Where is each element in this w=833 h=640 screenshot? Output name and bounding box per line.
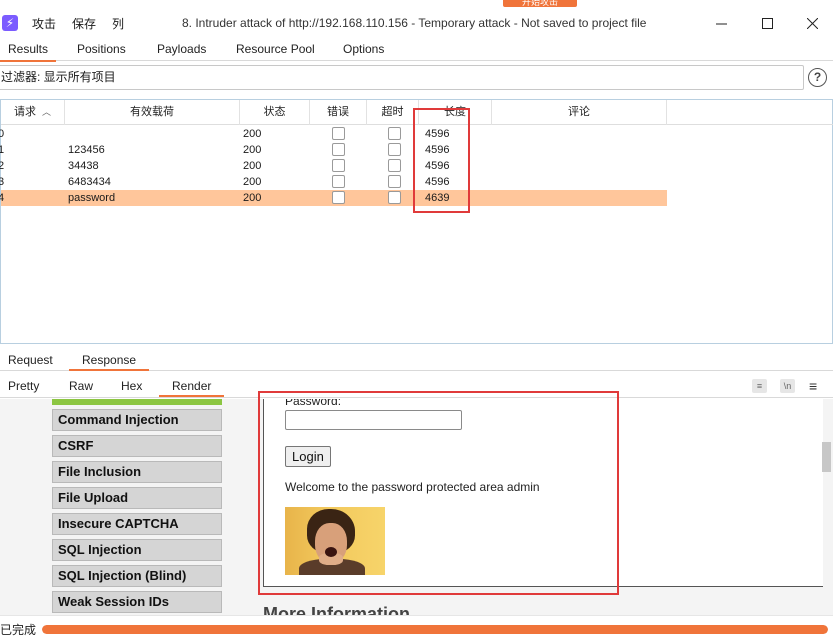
column-header-request[interactable]: 请求 ︿ (1, 100, 65, 125)
menu-attack[interactable]: 攻击 (32, 15, 56, 32)
title-bar: ⚡ 攻击 保存 列 8. Intruder attack of http://1… (0, 7, 833, 39)
minimize-icon (715, 23, 727, 24)
cell-request: 0 (0, 128, 5, 140)
login-highlight-box (258, 391, 619, 595)
dvwa-sidebar: Command Injection CSRF File Inclusion Fi… (0, 399, 255, 615)
menu-icon[interactable]: ≡ (809, 378, 817, 394)
cell-status: 200 (243, 144, 262, 156)
minimize-button[interactable] (698, 7, 744, 39)
render-scrollbar[interactable] (822, 442, 831, 472)
timeout-checkbox (388, 143, 401, 156)
tab-response[interactable]: Response (68, 349, 150, 371)
error-checkbox (332, 191, 345, 204)
request-response-tabs: Request Response (0, 349, 833, 371)
column-header-payload[interactable]: 有效载荷 (65, 100, 240, 125)
tab-resource-pool[interactable]: Resource Pool (236, 39, 315, 61)
cell-payload: 6483434 (68, 176, 111, 188)
sort-ascending-icon: ︿ (42, 107, 52, 117)
length-highlight-box (413, 108, 470, 213)
window-title: 8. Intruder attack of http://192.168.110… (182, 16, 647, 30)
help-icon[interactable]: ? (808, 68, 827, 87)
error-checkbox (332, 159, 345, 172)
progress-fill (42, 625, 828, 634)
attack-tabs: Results Positions Payloads Resource Pool… (0, 39, 833, 62)
error-checkbox (332, 143, 345, 156)
menu-file-inclusion[interactable]: File Inclusion (52, 461, 222, 483)
tab-hex[interactable]: Hex (121, 375, 142, 397)
active-menu-strip (52, 399, 222, 405)
cell-status: 200 (243, 160, 262, 172)
cell-request: 2 (0, 160, 5, 172)
cell-status: 200 (243, 192, 262, 204)
cell-payload: 34438 (68, 160, 99, 172)
tab-raw[interactable]: Raw (69, 375, 93, 397)
cell-status: 200 (243, 128, 262, 140)
tab-request[interactable]: Request (8, 349, 53, 371)
timeout-checkbox (388, 127, 401, 140)
start-attack-button[interactable]: 开始攻击 (503, 0, 577, 7)
tab-options[interactable]: Options (343, 39, 384, 61)
tab-payloads[interactable]: Payloads (157, 39, 206, 61)
menu-columns[interactable]: 列 (112, 15, 124, 32)
table-row[interactable]: 2 34438 200 4596 (0, 158, 667, 174)
timeout-checkbox (388, 175, 401, 188)
status-bar: 已完成 (0, 615, 833, 640)
filter-row: 过滤器: 显示所有项目 ? (0, 64, 833, 92)
menu-csrf[interactable]: CSRF (52, 435, 222, 457)
tab-results[interactable]: Results (0, 39, 57, 62)
column-header-comment[interactable]: 评论 (492, 100, 667, 125)
status-text: 已完成 (0, 623, 37, 637)
close-icon (806, 17, 818, 29)
menu-insecure-captcha[interactable]: Insecure CAPTCHA (52, 513, 222, 535)
burp-app-icon: ⚡ (2, 15, 18, 31)
cell-request: 1 (0, 144, 5, 156)
maximize-button[interactable] (744, 7, 790, 39)
column-header-label: 请求 (13, 106, 36, 118)
menu-sql-injection-blind[interactable]: SQL Injection (Blind) (52, 565, 222, 587)
menu-command-injection[interactable]: Command Injection (52, 409, 222, 431)
table-row[interactable]: 1 123456 200 4596 (0, 142, 667, 158)
column-header-error[interactable]: 错误 (310, 100, 367, 125)
attack-progress-bar (42, 625, 828, 634)
filter-bar[interactable]: 过滤器: 显示所有项目 (0, 65, 804, 90)
wrap-icon[interactable]: ≡ (752, 379, 767, 393)
table-row-selected[interactable]: 4 password 200 4639 (0, 190, 667, 206)
cell-payload: 123456 (68, 144, 105, 156)
newline-icon[interactable]: \n (780, 379, 795, 393)
table-row[interactable]: 0 200 4596 (0, 126, 667, 142)
column-header-status[interactable]: 状态 (240, 100, 310, 125)
close-button[interactable] (789, 7, 833, 39)
cell-status: 200 (243, 176, 262, 188)
cell-request: 3 (0, 176, 5, 188)
cell-request: 4 (0, 192, 5, 204)
timeout-checkbox (388, 191, 401, 204)
error-checkbox (332, 175, 345, 188)
column-header-timeout[interactable]: 超时 (367, 100, 419, 125)
table-row[interactable]: 3 6483434 200 4596 (0, 174, 667, 190)
tab-pretty[interactable]: Pretty (8, 375, 39, 397)
cell-payload: password (68, 192, 116, 204)
menu-sql-injection[interactable]: SQL Injection (52, 539, 222, 561)
more-information-heading: More Information (263, 604, 410, 615)
menu-file-upload[interactable]: File Upload (52, 487, 222, 509)
tab-render[interactable]: Render (158, 375, 225, 397)
menu-save[interactable]: 保存 (72, 15, 96, 32)
maximize-icon (761, 17, 773, 29)
error-checkbox (332, 127, 345, 140)
timeout-checkbox (388, 159, 401, 172)
menu-weak-session-ids[interactable]: Weak Session IDs (52, 591, 222, 613)
tab-positions[interactable]: Positions (77, 39, 126, 61)
